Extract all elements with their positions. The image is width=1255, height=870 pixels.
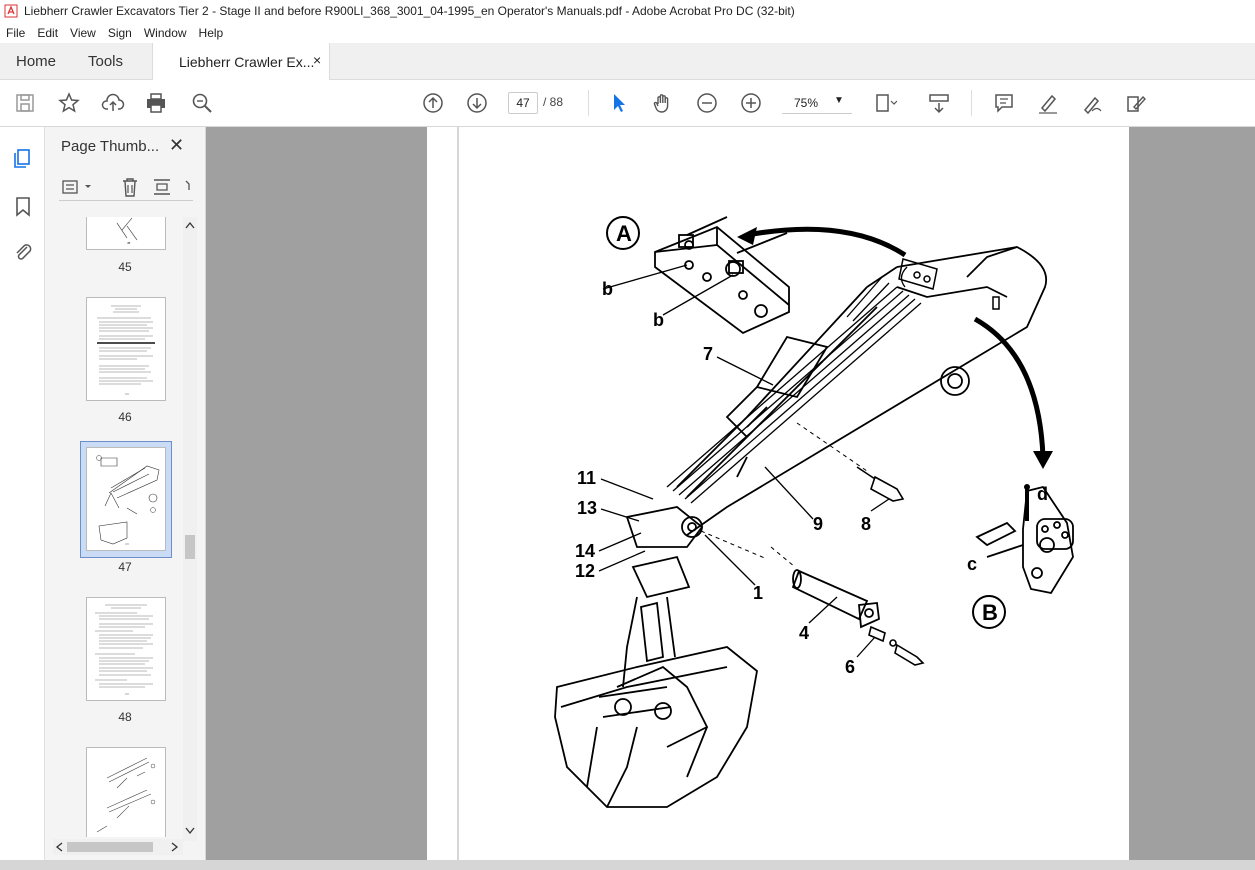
callout-c: c [967,554,977,574]
delete-icon[interactable] [119,176,141,198]
tab-close-icon[interactable]: × [313,52,321,68]
draw-icon[interactable] [1080,91,1104,115]
menu-help[interactable]: Help [193,26,230,40]
thumbnail-page-48[interactable] [86,597,166,701]
callout-14: 14 [575,541,595,561]
options-menu-icon[interactable] [61,177,95,197]
scroll-thumb[interactable] [185,535,195,559]
menu-sign[interactable]: Sign [102,26,138,40]
callout-8: 8 [861,514,871,534]
menu-file[interactable]: File [0,26,31,40]
menu-bar: File Edit View Sign Window Help [0,22,1255,43]
comment-icon[interactable] [992,91,1016,115]
title-bar: Liebherr Crawler Excavators Tier 2 - Sta… [0,0,1255,22]
star-icon[interactable] [57,91,81,115]
callout-6: 6 [845,657,855,677]
page-fit-icon[interactable] [873,91,898,115]
panel-title: Page Thumb... [61,138,160,155]
save-icon[interactable] [13,91,37,115]
callout-11: 11 [577,468,596,488]
previous-page-icon[interactable] [421,91,445,115]
scroll-left-icon[interactable] [55,842,63,852]
document-viewport[interactable]: A b b 7 11 13 14 12 1 9 8 4 6 d c B [206,127,1255,860]
callout-b: B [982,600,998,625]
menu-view[interactable]: View [64,26,102,40]
svg-text:45: 45 [127,241,131,245]
extract-pages-icon[interactable] [151,176,173,198]
scroll-down-icon[interactable] [185,827,195,835]
scroll-right-icon[interactable] [171,842,179,852]
thumbnail-vertical-scrollbar[interactable] [183,217,197,841]
menu-window[interactable]: Window [138,26,193,40]
thumbnail-horizontal-scrollbar[interactable] [53,839,183,855]
callout-b-upper: b [602,279,613,299]
page-total: / 88 [543,95,564,109]
zoom-value: 75% [794,96,819,110]
thumbnail-page-45[interactable]: 45 [86,217,166,250]
zoom-out-icon[interactable] [695,91,719,115]
scroll-mode-icon[interactable] [927,91,951,115]
excavator-diagram: A b b 7 11 13 14 12 1 9 8 4 6 d c B [457,127,1074,860]
tab-document[interactable]: Liebherr Crawler Ex... × [152,43,330,81]
toolbar-divider [971,90,972,116]
page-thumbnails-icon[interactable] [12,147,34,169]
callout-d: d [1037,484,1048,504]
fill-sign-icon[interactable] [1124,91,1148,115]
scroll-up-icon[interactable] [185,221,195,229]
acrobat-icon [4,4,18,18]
thumbnail-page-46[interactable] [86,297,166,401]
zoom-search-icon[interactable] [190,91,214,115]
callout-7: 7 [703,344,713,364]
print-icon[interactable] [144,91,168,115]
zoom-in-icon[interactable] [739,91,763,115]
page-thumbnails-panel: Page Thumb... ✕ 45 45 46 47 48 [45,127,206,860]
highlight-pen-icon[interactable] [1036,91,1060,115]
callout-1: 1 [753,583,763,603]
taskbar-strip [0,860,1255,870]
tab-document-label: Liebherr Crawler Ex... [179,54,315,70]
toolbar-divider [588,90,589,116]
pdf-page: A b b 7 11 13 14 12 1 9 8 4 6 d c B [427,127,1129,860]
hscroll-thumb[interactable] [67,842,153,852]
thumbnail-label: 46 [118,410,132,424]
callout-4: 4 [799,623,809,643]
menu-edit[interactable]: Edit [31,26,64,40]
thumbnail-label: 47 [118,560,132,574]
thumbnail-page-47[interactable] [86,447,166,551]
thumbnail-page-49[interactable] [86,747,166,837]
callout-a: A [616,221,632,246]
thumbnail-label: 48 [118,710,132,724]
close-icon[interactable]: ✕ [169,135,184,156]
tab-home[interactable]: Home [16,53,56,70]
tab-bar: Home Tools Liebherr Crawler Ex... × [0,43,1255,81]
page-number-input[interactable]: 47 [508,92,538,114]
thumbnail-list: 45 45 46 47 48 [45,217,190,837]
callout-12: 12 [575,561,595,581]
hand-tool-icon[interactable] [651,91,675,115]
zoom-select[interactable]: 75% ▼ [782,92,852,114]
main-toolbar [0,80,1255,127]
tab-tools[interactable]: Tools [88,53,123,70]
next-page-icon[interactable] [465,91,489,115]
more-tools-icon[interactable] [183,176,193,198]
chevron-down-icon: ▼ [834,95,844,106]
select-pointer-icon[interactable] [607,91,631,115]
thumbnail-label: 45 [118,260,132,274]
callout-13: 13 [577,498,597,518]
attachment-icon[interactable] [12,241,34,263]
callout-9: 9 [813,514,823,534]
left-navigation-rail [0,127,45,860]
callout-b-lower: b [653,310,664,330]
upload-cloud-icon[interactable] [101,91,125,115]
window-title: Liebherr Crawler Excavators Tier 2 - Sta… [24,4,795,18]
panel-toolbar [59,175,193,201]
bookmark-icon[interactable] [12,195,34,217]
